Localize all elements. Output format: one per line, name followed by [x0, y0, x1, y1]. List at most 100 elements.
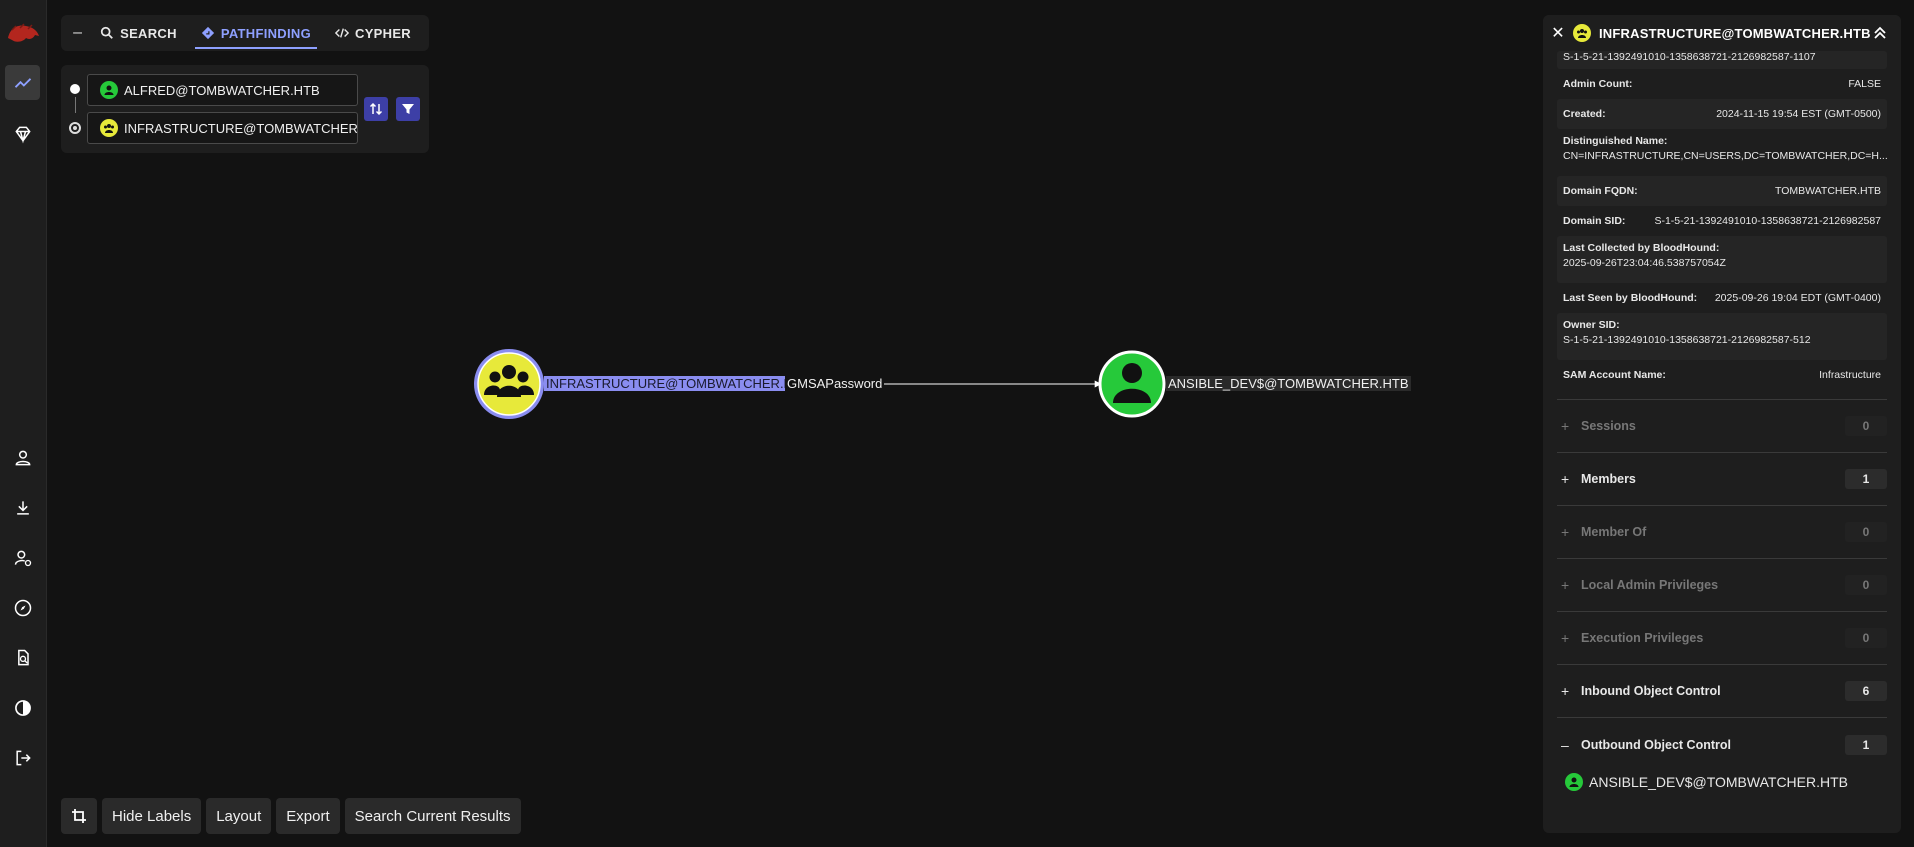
user-node-icon	[1565, 773, 1583, 791]
search-current-results-button[interactable]: Search Current Results	[344, 798, 521, 834]
property-value: 2025-09-26 19:04 EDT (GMT-0400)	[1714, 292, 1881, 304]
section-count: 0	[1845, 575, 1887, 595]
expand-icon: +	[1561, 683, 1570, 699]
graph-toolbar: Hide Labels Layout Export Search Current…	[61, 798, 521, 834]
search-icon	[100, 26, 113, 39]
section-count: 0	[1845, 416, 1887, 436]
code-icon	[335, 28, 350, 38]
tab-cypher-label: CYPHER	[355, 25, 411, 41]
properties-divider	[1557, 390, 1887, 400]
tab-cypher[interactable]: CYPHER	[329, 15, 417, 51]
expand-icon: +	[1561, 471, 1570, 487]
bloodhound-logo-icon[interactable]	[4, 16, 42, 46]
outbound-object-item[interactable]: ANSIBLE_DEV$@TOMBWATCHER.HTB	[1565, 773, 1887, 791]
swap-nodes-button[interactable]	[364, 97, 388, 121]
property-row: Created: 2024-11-15 19:54 EST (GMT-0500)	[1557, 99, 1887, 129]
section-label: Inbound Object Control	[1581, 684, 1721, 698]
section-count: 0	[1845, 628, 1887, 648]
section-label: Sessions	[1581, 419, 1636, 433]
expand-icon: +	[1561, 577, 1570, 593]
dark-mode-icon[interactable]	[5, 690, 40, 725]
infrastructure-group-node[interactable]	[474, 349, 544, 419]
section-members[interactable]: + Members 1	[1557, 453, 1887, 506]
property-value: 2025-09-26T23:04:46.538757054Z	[1563, 257, 1726, 269]
section-execution-privileges[interactable]: + Execution Privileges 0	[1557, 612, 1887, 665]
end-node-marker	[69, 122, 81, 134]
property-value: Infrastructure	[1819, 369, 1881, 381]
user-settings-icon[interactable]	[5, 540, 40, 575]
logout-icon[interactable]	[5, 740, 40, 775]
section-label: Local Admin Privileges	[1581, 578, 1719, 592]
property-row: Owner SID: S-1-5-21-1392491010-135863872…	[1557, 313, 1887, 360]
tab-search[interactable]: SEARCH	[94, 15, 183, 51]
layout-button[interactable]: Layout	[206, 798, 272, 834]
section-count: 0	[1845, 522, 1887, 542]
target-node-label[interactable]: ANSIBLE_DEV$@TOMBWATCHER.HTB	[1166, 376, 1411, 391]
tab-search-label: SEARCH	[120, 25, 177, 41]
property-value: S-1-5-21-1392491010-1358638721-212698258…	[1654, 215, 1881, 227]
section-member-of[interactable]: + Member Of 0	[1557, 506, 1887, 559]
property-row: SAM Account Name: Infrastructure	[1557, 360, 1887, 390]
start-node-value: ALFRED@TOMBWATCHER.HTB	[124, 82, 320, 98]
close-icon[interactable]: ✕	[1543, 23, 1573, 43]
property-value: FALSE	[1848, 78, 1881, 90]
collapse-panel-icon[interactable]	[1871, 24, 1889, 42]
outbound-object-label: ANSIBLE_DEV$@TOMBWATCHER.HTB	[1589, 774, 1848, 790]
start-node-input[interactable]: ALFRED@TOMBWATCHER.HTB	[87, 74, 358, 106]
property-value: CN=INFRASTRUCTURE,CN=USERS,DC=TOMBWATCHE…	[1563, 150, 1888, 162]
left-nav	[0, 0, 47, 847]
section-inbound-object-control[interactable]: + Inbound Object Control 6	[1557, 665, 1887, 718]
section-label: Execution Privileges	[1581, 631, 1704, 645]
edge-label[interactable]: GMSAPassword	[785, 376, 885, 391]
property-row: Domain SID: S-1-5-21-1392491010-13586387…	[1557, 206, 1887, 236]
expand-icon: +	[1561, 418, 1570, 434]
property-key: Created:	[1563, 108, 1606, 120]
property-key: Admin Count:	[1563, 78, 1633, 90]
ansible-dev-user-node[interactable]	[1098, 350, 1166, 418]
edge-filter-button[interactable]	[396, 97, 420, 121]
entity-title: INFRASTRUCTURE@TOMBWATCHER.HTB	[1599, 25, 1871, 41]
search-document-icon[interactable]	[5, 640, 40, 675]
section-count: 6	[1845, 681, 1887, 701]
collapse-button[interactable]: –	[61, 15, 94, 51]
gem-icon[interactable]	[5, 116, 40, 151]
property-key: Last Collected by BloodHound:	[1563, 242, 1720, 254]
property-row: Last Collected by BloodHound: 2025-09-26…	[1557, 236, 1887, 283]
path-connector	[75, 97, 76, 113]
end-node-value: INFRASTRUCTURE@TOMBWATCHER.H	[124, 120, 358, 136]
export-button[interactable]: Export	[276, 798, 340, 834]
source-node-label[interactable]: INFRASTRUCTURE@TOMBWATCHER.HTB	[544, 376, 812, 391]
object-id-row: S-1-5-21-1392491010-1358638721-212698258…	[1557, 51, 1887, 69]
group-icon	[1573, 24, 1591, 42]
property-key: Domain SID:	[1563, 215, 1626, 227]
hide-labels-button[interactable]: Hide Labels	[102, 798, 202, 834]
collapse-icon: –	[1561, 736, 1569, 753]
user-icon[interactable]	[5, 440, 40, 475]
property-row: Distinguished Name: CN=INFRASTRUCTURE,CN…	[1557, 129, 1888, 176]
section-label: Members	[1581, 472, 1636, 486]
expand-icon: +	[1561, 524, 1570, 540]
download-icon[interactable]	[5, 490, 40, 525]
section-label: Member Of	[1581, 525, 1647, 539]
end-node-input[interactable]: INFRASTRUCTURE@TOMBWATCHER.H	[87, 112, 358, 144]
section-label: Outbound Object Control	[1581, 737, 1731, 752]
object-id-value: S-1-5-21-1392491010-1358638721-212698258…	[1563, 51, 1816, 63]
tab-pathfinding[interactable]: PATHFINDING	[194, 15, 318, 51]
explore-icon[interactable]	[5, 65, 40, 100]
entity-panel-header: ✕ INFRASTRUCTURE@TOMBWATCHER.HTB	[1543, 15, 1901, 51]
property-key: SAM Account Name:	[1563, 369, 1666, 381]
section-outbound-object-control[interactable]: – Outbound Object Control 1	[1557, 718, 1887, 771]
property-row: Last Seen by BloodHound: 2025-09-26 19:0…	[1557, 283, 1887, 313]
expand-icon: +	[1561, 630, 1570, 646]
section-sessions[interactable]: + Sessions 0	[1557, 400, 1887, 453]
app-root: – SEARCH PATHFINDING CYPHER ALFRED@TOMBW…	[0, 0, 1914, 847]
group-node-icon	[100, 119, 118, 137]
tab-pathfinding-label: PATHFINDING	[220, 25, 312, 41]
pathfinding-icon	[201, 26, 214, 40]
reset-view-button[interactable]	[61, 798, 97, 834]
property-key: Distinguished Name:	[1563, 135, 1668, 147]
property-value: TOMBWATCHER.HTB	[1775, 185, 1881, 197]
section-local-admin-privileges[interactable]: + Local Admin Privileges 0	[1557, 559, 1887, 612]
compass-icon[interactable]	[5, 590, 40, 625]
property-row: Domain FQDN: TOMBWATCHER.HTB	[1557, 176, 1887, 206]
